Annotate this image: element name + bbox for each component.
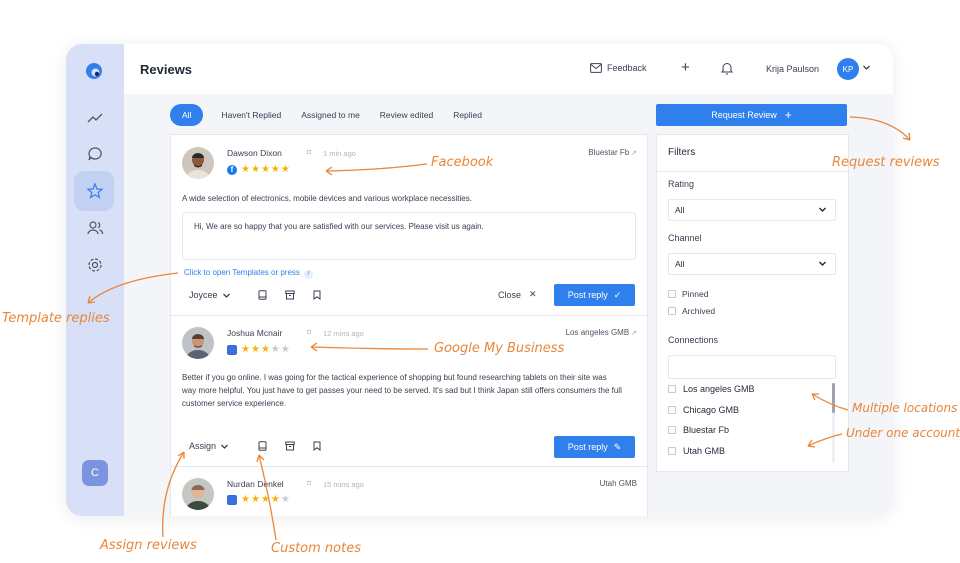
annotation-arrows — [87, 116, 911, 541]
arrow-assign-reviews — [162, 451, 185, 538]
annotation-under-one-account: Under one account — [846, 426, 960, 440]
annotation-google-my-business: Google My Business — [434, 341, 565, 356]
arrow-multiple-locations — [811, 393, 849, 411]
annotation-request-reviews: Request reviews — [832, 155, 940, 170]
annotation-custom-notes: Custom notes — [271, 541, 361, 556]
arrow-facebook — [325, 163, 428, 172]
arrow-request-reviews — [849, 116, 911, 141]
annotation-assign-reviews: Assign reviews — [100, 538, 197, 553]
annotation-template-replies: Template replies — [2, 311, 110, 326]
annotation-multiple-locations: Multiple locations — [852, 401, 958, 415]
arrow-google-my-business — [310, 346, 429, 350]
annotation-facebook: Facebook — [431, 155, 494, 170]
arrow-custom-notes — [258, 454, 277, 541]
arrow-under-one-account — [807, 433, 843, 447]
arrow-template-replies — [87, 272, 179, 304]
